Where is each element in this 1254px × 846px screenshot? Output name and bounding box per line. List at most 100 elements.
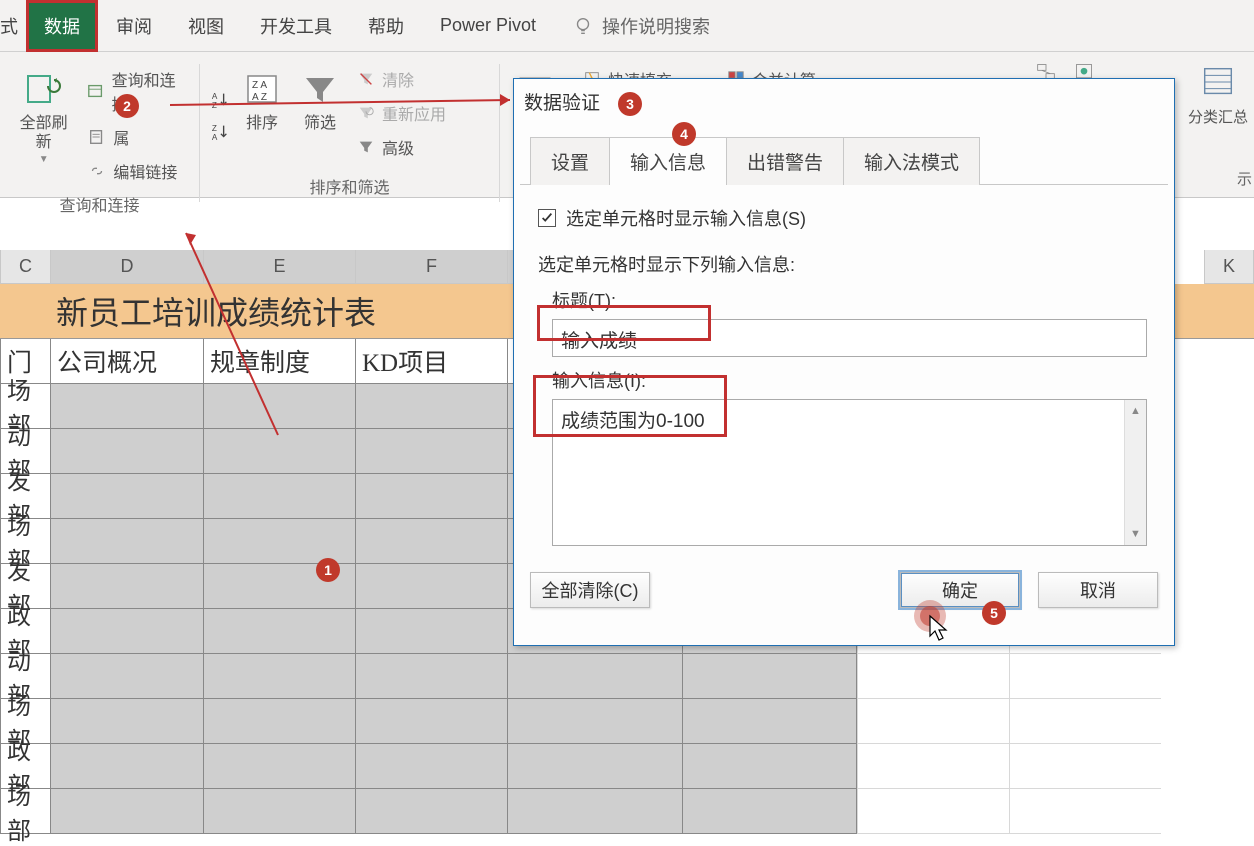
cancel-button[interactable]: 取消 <box>1038 572 1158 608</box>
properties-label: 属 <box>113 125 129 149</box>
data-validation-dialog: 数据验证 设置 输入信息 出错警告 输入法模式 选定单元格时显示输入信息(S) … <box>513 78 1175 646</box>
subtotal-label: 分类汇总 <box>1188 106 1248 127</box>
advanced-label: 高级 <box>382 135 414 159</box>
data-cell[interactable] <box>355 429 507 474</box>
data-cell[interactable] <box>50 429 203 474</box>
advanced-filter-button[interactable]: 高级 <box>352 132 450 162</box>
sort-desc-icon[interactable]: ZA <box>210 122 230 142</box>
reapply-label: 重新应用 <box>382 101 446 125</box>
callout-badge-1: 1 <box>316 558 340 582</box>
refresh-all-label: 全部刷新 <box>14 114 73 152</box>
data-cell[interactable] <box>50 474 203 519</box>
data-cell[interactable] <box>355 609 507 654</box>
ok-button[interactable]: 确定 <box>900 572 1020 608</box>
tell-me-label: 操作说明搜索 <box>602 13 710 39</box>
data-cell[interactable] <box>203 609 355 654</box>
checkbox-icon[interactable] <box>538 209 556 227</box>
data-cell[interactable] <box>203 384 355 429</box>
textarea-scrollbar[interactable]: ▲ ▼ <box>1124 400 1146 545</box>
dialog-footer: 全部清除(C) 确定 取消 <box>514 560 1174 624</box>
ribbon-tab-format-partial[interactable]: 式 <box>0 0 26 53</box>
ribbon-tab-powerpivot[interactable]: Power Pivot <box>422 0 554 52</box>
header-company: 公司概况 <box>50 339 203 384</box>
data-cell[interactable] <box>355 699 507 744</box>
reapply-button[interactable]: 重新应用 <box>352 98 450 128</box>
data-cell[interactable] <box>355 654 507 699</box>
outline-partial-label: 示 <box>1235 164 1254 193</box>
data-cell[interactable] <box>682 789 857 834</box>
clear-all-button[interactable]: 全部清除(C) <box>530 572 650 608</box>
data-cell[interactable] <box>203 654 355 699</box>
refresh-icon <box>22 68 66 112</box>
data-cell[interactable] <box>355 789 507 834</box>
ribbon-tab-developer[interactable]: 开发工具 <box>242 0 350 52</box>
data-cell[interactable] <box>507 744 682 789</box>
col-header-c[interactable]: C <box>0 250 50 284</box>
col-header-e[interactable]: E <box>203 250 355 284</box>
dialog-tab-ime-mode[interactable]: 输入法模式 <box>843 137 980 185</box>
header-kd: KD项目 <box>355 339 507 384</box>
data-cell[interactable] <box>50 564 203 609</box>
title-input[interactable]: 输入成绩 <box>552 319 1147 357</box>
lightbulb-icon <box>572 15 594 37</box>
data-cell[interactable] <box>203 789 355 834</box>
callout-badge-4: 4 <box>672 122 696 146</box>
ribbon-tab-help[interactable]: 帮助 <box>350 0 422 52</box>
data-cell[interactable] <box>203 744 355 789</box>
data-cell[interactable] <box>50 699 203 744</box>
data-cell[interactable] <box>203 519 355 564</box>
data-cell[interactable] <box>355 384 507 429</box>
data-cell[interactable] <box>203 699 355 744</box>
data-cell[interactable] <box>507 654 682 699</box>
scroll-down-icon[interactable]: ▼ <box>1125 523 1146 545</box>
data-cell[interactable] <box>203 474 355 519</box>
edit-links-button[interactable]: 编辑链接 <box>83 156 189 186</box>
dialog-tab-settings[interactable]: 设置 <box>530 137 610 185</box>
dialog-tab-error-alert[interactable]: 出错警告 <box>726 137 844 185</box>
message-value: 成绩范围为0-100 <box>561 411 705 432</box>
col-header-f[interactable]: F <box>355 250 507 284</box>
message-textarea[interactable]: 成绩范围为0-100 ▲ ▼ <box>552 399 1147 546</box>
data-cell[interactable] <box>355 744 507 789</box>
data-cell[interactable] <box>682 699 857 744</box>
ribbon-tabs: 式 数据 审阅 视图 开发工具 帮助 Power Pivot 操作说明搜索 <box>0 0 1254 52</box>
data-cell[interactable] <box>50 609 203 654</box>
ribbon-tab-review[interactable]: 审阅 <box>98 0 170 52</box>
subtotal-button[interactable]: 分类汇总 <box>1188 60 1248 127</box>
tell-me-search[interactable]: 操作说明搜索 <box>554 13 728 39</box>
dropdown-icon: ▼ <box>39 154 49 165</box>
data-cell[interactable] <box>507 789 682 834</box>
ribbon-tab-view[interactable]: 视图 <box>170 0 242 52</box>
show-input-checkbox-row[interactable]: 选定单元格时显示输入信息(S) <box>538 205 1150 231</box>
data-cell[interactable] <box>355 564 507 609</box>
clear-filter-button[interactable]: 清除 <box>352 64 450 94</box>
sort-icon: Z AA Z <box>240 68 284 112</box>
dialog-body: 选定单元格时显示输入信息(S) 选定单元格时显示下列输入信息: 标题(T): 输… <box>520 184 1168 560</box>
refresh-all-button[interactable]: 全部刷新 ▼ <box>10 64 77 186</box>
col-header-d[interactable]: D <box>50 250 203 284</box>
data-cell[interactable] <box>50 519 203 564</box>
sort-button[interactable]: Z AA Z 排序 <box>236 64 288 168</box>
message-field-label: 输入信息(I): <box>552 367 1150 393</box>
dialog-title: 数据验证 <box>514 79 1174 123</box>
title-field-label: 标题(T): <box>552 287 1150 313</box>
sort-asc-icon[interactable]: AZ <box>210 90 230 110</box>
data-cell[interactable] <box>682 654 857 699</box>
scroll-up-icon[interactable]: ▲ <box>1125 400 1146 422</box>
data-cell[interactable] <box>50 654 203 699</box>
dialog-tab-input-message[interactable]: 输入信息 <box>609 137 727 185</box>
svg-text:Z A: Z A <box>252 80 267 91</box>
properties-button[interactable]: 属 <box>83 122 189 152</box>
data-cell[interactable] <box>203 429 355 474</box>
data-cell[interactable] <box>355 474 507 519</box>
data-cell[interactable] <box>507 699 682 744</box>
ribbon-tab-data[interactable]: 数据 <box>26 0 98 52</box>
data-cell[interactable] <box>50 744 203 789</box>
properties-icon <box>87 127 107 147</box>
data-cell[interactable] <box>682 744 857 789</box>
data-cell[interactable] <box>50 384 203 429</box>
data-cell[interactable] <box>355 519 507 564</box>
filter-button[interactable]: 筛选 <box>294 64 346 168</box>
col-header-k[interactable]: K <box>1204 250 1254 284</box>
data-cell[interactable] <box>50 789 203 834</box>
